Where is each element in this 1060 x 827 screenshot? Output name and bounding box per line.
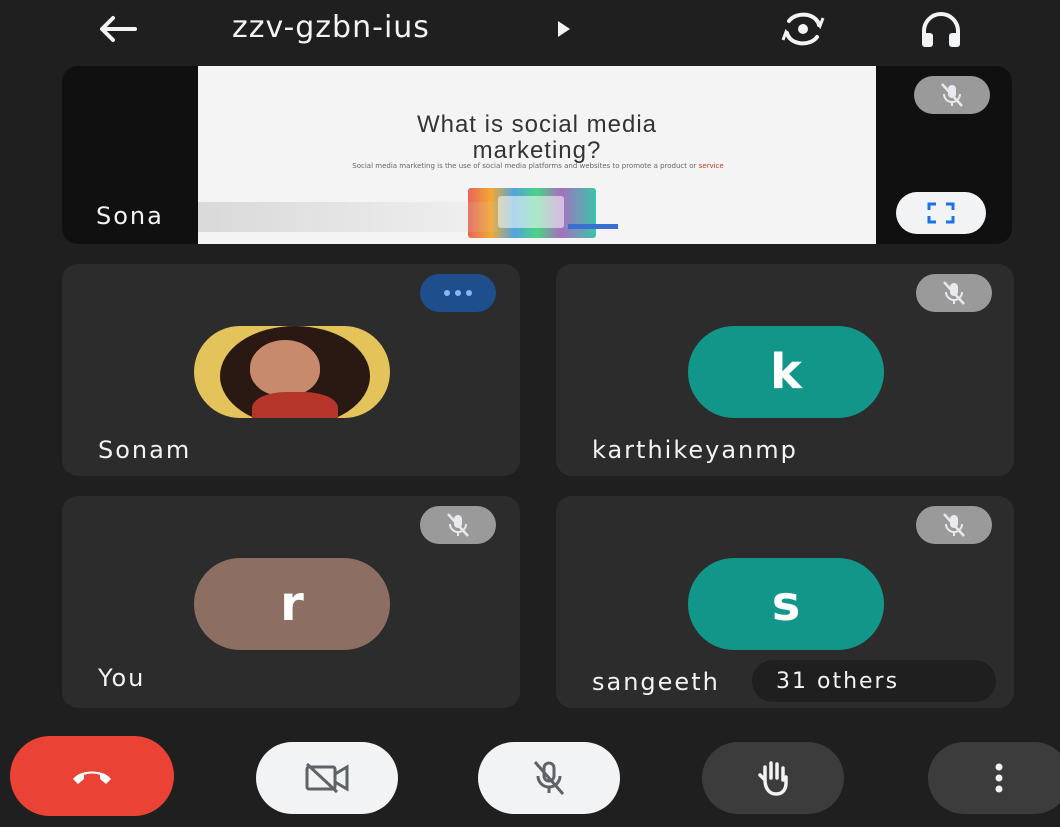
audio-output-button[interactable]	[916, 8, 966, 52]
participant-tile-karthikeyanmp[interactable]: k karthikeyanmp	[556, 264, 1014, 476]
participant-name: You	[98, 664, 146, 692]
speaking-indicator	[420, 274, 496, 312]
presentation-tile[interactable]: What is social media marketing? Social m…	[62, 66, 1012, 244]
slide-fade	[198, 202, 498, 232]
arrow-left-icon	[100, 16, 137, 42]
participant-mute-badge	[420, 506, 496, 544]
mic-off-icon	[943, 513, 965, 537]
fullscreen-icon	[927, 202, 955, 224]
more-vertical-icon	[995, 763, 1003, 793]
avatar-initial: r	[194, 558, 390, 650]
participant-tile-sonam[interactable]: Sonam	[62, 264, 520, 476]
play-arrow-icon	[558, 21, 570, 37]
participant-tile-you[interactable]: r You	[62, 496, 520, 708]
participant-name: karthikeyanmp	[592, 436, 798, 464]
slide-title-line2: marketing?	[472, 137, 602, 164]
raise-hand-button[interactable]	[702, 742, 844, 814]
meeting-code[interactable]: zzv-gzbn-ius	[232, 10, 430, 45]
fullscreen-button[interactable]	[896, 192, 986, 234]
end-call-button[interactable]	[10, 736, 174, 816]
slide-body: Social media marketing is the use of soc…	[288, 162, 788, 171]
call-end-icon	[73, 771, 111, 784]
participant-name: Sonam	[98, 436, 192, 464]
slide-body-highlight: service	[698, 162, 724, 170]
top-bar: zzv-gzbn-ius	[0, 0, 1060, 58]
slide-link-bar	[568, 224, 618, 229]
mic-toggle-button[interactable]	[478, 742, 620, 814]
slide-body-text: Social media marketing is the use of soc…	[352, 162, 697, 170]
avatar-initial: s	[688, 558, 884, 650]
back-button[interactable]	[92, 8, 142, 50]
presenter-name: Sona	[96, 202, 164, 230]
speaking-dot	[466, 290, 472, 296]
mic-off-icon	[943, 281, 965, 305]
hand-icon	[758, 761, 788, 796]
mic-off-icon	[941, 83, 963, 107]
avatar-initial: k	[688, 326, 884, 418]
speaking-dot	[444, 290, 450, 296]
participant-mute-badge	[916, 274, 992, 312]
participant-name: sangeeth	[592, 668, 720, 696]
slide-title-line1: What is social media	[416, 111, 658, 138]
slide-title: What is social media marketing?	[198, 112, 876, 164]
participant-mute-badge	[916, 506, 992, 544]
presenter-mute-badge	[914, 76, 990, 114]
switch-camera-icon	[781, 12, 825, 46]
shared-slide: What is social media marketing? Social m…	[198, 66, 876, 244]
headphones-icon	[922, 12, 960, 47]
videocam-off-icon	[305, 762, 349, 794]
camera-toggle-button[interactable]	[256, 742, 398, 814]
others-count-button[interactable]: 31 others	[752, 660, 996, 702]
switch-camera-button[interactable]	[776, 6, 830, 52]
mic-off-icon	[447, 513, 469, 537]
avatar-photo	[194, 326, 390, 418]
more-options-button[interactable]	[928, 742, 1060, 814]
speaking-dot	[455, 290, 461, 296]
mic-off-icon	[533, 761, 565, 795]
meeting-details-button[interactable]	[552, 14, 576, 44]
